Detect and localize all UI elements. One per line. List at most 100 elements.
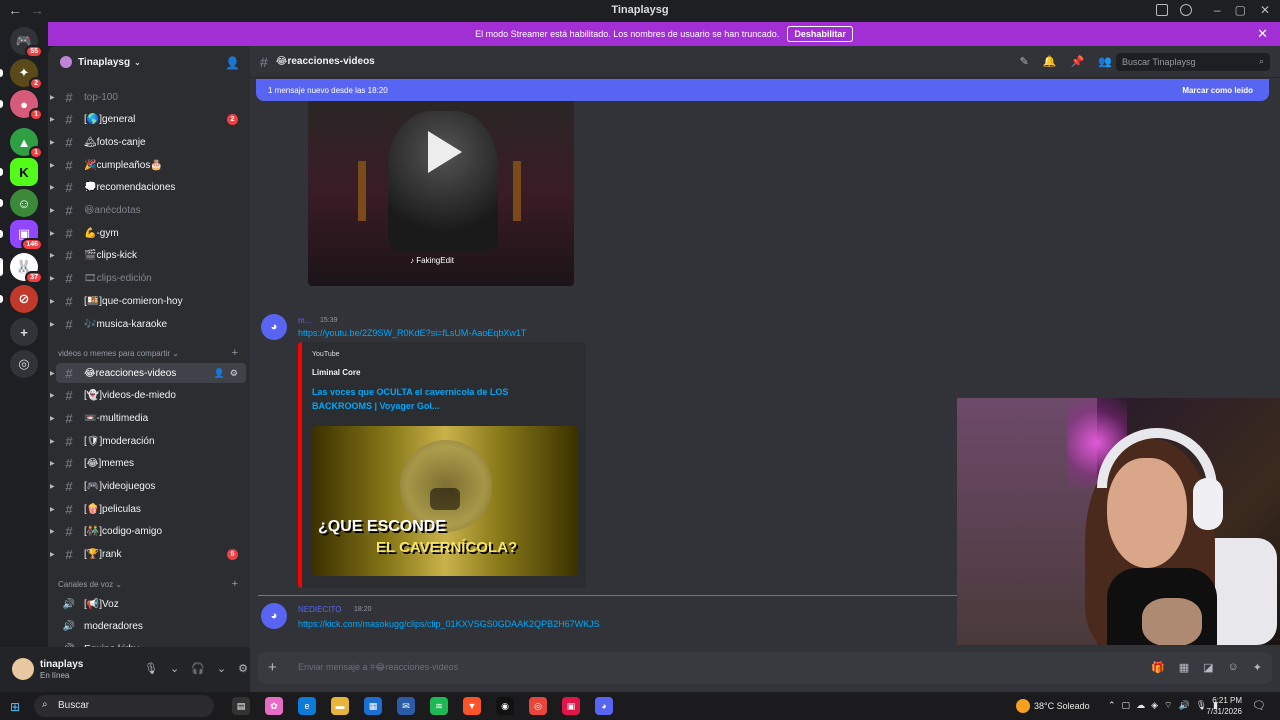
add-channel-icon[interactable]: + [232, 578, 238, 590]
store-icon[interactable]: ▦ [364, 697, 382, 715]
guild-header[interactable]: Tinaplaysg ⌄ 👤 [48, 46, 250, 78]
chevron-up-icon[interactable]: ⌃ [1108, 700, 1116, 711]
channel-item[interactable]: ▶ # 🎶musica-karaoke [50, 314, 246, 334]
emoji-icon[interactable]: ☺ [1228, 661, 1239, 674]
home-dm-button[interactable]: 🎮 55 [10, 27, 43, 58]
embed-thumbnail[interactable]: ¿QUE ESCONDE EL CAVERNÍCOLA? [312, 426, 578, 576]
pin-icon[interactable]: 📌 [1071, 55, 1085, 68]
gif-icon[interactable]: ▦ [1179, 661, 1189, 674]
taskbar-search[interactable]: ⌕ Buscar [34, 695, 214, 717]
channel-item[interactable]: ▶ # 🏔fotos-canje [50, 132, 246, 152]
chrome-icon[interactable]: ◎ [529, 697, 547, 715]
minimize-icon[interactable]: – [1214, 3, 1221, 17]
maximize-icon[interactable]: ▢ [1235, 3, 1246, 17]
members-icon[interactable]: 👥 [1098, 55, 1112, 68]
attach-plus-icon[interactable]: + [268, 659, 277, 676]
tray-app-icon[interactable]: ☁ [1136, 700, 1145, 711]
channel-item[interactable]: ▶ # 😆anécdotas [50, 201, 246, 221]
disable-streamer-button[interactable]: Deshabilitar [787, 26, 853, 42]
search-input[interactable]: Buscar Tinaplaysg ⌕ [1116, 53, 1270, 71]
add-server-icon[interactable]: + [10, 318, 38, 346]
avatar[interactable] [12, 658, 34, 680]
server-icon[interactable]: ✦ 2 [0, 59, 43, 90]
voice-channel-item[interactable]: 🔊 [📢]Voz [56, 594, 246, 614]
app-icon[interactable]: ▣ [562, 697, 580, 715]
help-icon[interactable] [1180, 4, 1192, 16]
channel-item[interactable]: ▶ # top-100 [50, 87, 246, 107]
weather-widget[interactable]: 38°C Soleado [1016, 699, 1090, 713]
add-member-icon[interactable]: 👤 [225, 56, 240, 70]
category-voice[interactable]: Canales de voz ⌄ + [58, 578, 238, 590]
channel-item[interactable]: ▶ # 🎬clips-kick [50, 246, 246, 266]
discord-avatar-icon[interactable]: ◕ [261, 314, 287, 340]
gear-icon[interactable]: ⚙ [230, 368, 238, 379]
close-icon[interactable]: ✕ [1257, 26, 1268, 42]
voice-channel-item[interactable]: 🔊 moderadores [56, 617, 246, 637]
server-icon[interactable]: ● 1 [0, 90, 43, 121]
chevron-down-icon[interactable]: ⌄ [217, 662, 226, 675]
play-icon[interactable] [428, 131, 462, 173]
notification-icon[interactable]: 🗨 [1252, 699, 1266, 712]
task-view-icon[interactable]: ▤ [232, 697, 250, 715]
server-icon[interactable]: ▲ 1 [10, 128, 43, 159]
channel-item[interactable]: ▶ # 💭recomendaciones [50, 178, 246, 198]
bell-icon[interactable]: 🔔 [1043, 55, 1057, 68]
channel-item[interactable]: ▶ # [🏆]rank 5 [50, 545, 246, 565]
discord-avatar-icon[interactable]: ◕ [261, 603, 287, 629]
explore-compass-icon[interactable]: ◎ [10, 350, 38, 378]
channel-item[interactable]: ▶ # [🛡]moderación [50, 431, 246, 451]
server-icon[interactable]: ⊘ [0, 285, 38, 313]
taskbar-clock[interactable]: 6:21 PM 7/31/2026 [1204, 695, 1242, 717]
embed-title[interactable]: Las voces que OCULTA el cavernícola de L… [312, 385, 552, 413]
channel-item[interactable]: ▶ # [👫]codigo-amigo [50, 522, 246, 542]
channel-item[interactable]: ▶ # 📼-multimedia [50, 408, 246, 428]
tray-app-icon[interactable]: ◈ [1151, 700, 1158, 711]
channel-item[interactable]: ▶ # 😂reacciones-videos 👤 ⚙ [50, 363, 246, 383]
app-icon[interactable]: ✉ [397, 697, 415, 715]
chevron-down-icon[interactable]: ⌄ [170, 662, 179, 675]
invite-icon[interactable]: 👤 [214, 368, 225, 379]
server-icon[interactable]: 🐰 37 [0, 253, 43, 284]
copilot-icon[interactable]: ✿ [265, 697, 283, 715]
wifi-icon[interactable]: ⌔ [1164, 700, 1172, 711]
message-link[interactable]: https://youtu.be/2Z9SW_R0KdE?si=fLsUM-Aa… [298, 328, 526, 338]
close-window-icon[interactable]: ✕ [1260, 3, 1270, 17]
microphone-icon[interactable]: 🎙 [144, 662, 158, 675]
channel-item[interactable]: ▶ # 💪-gym [50, 223, 246, 243]
sticker-icon[interactable]: ◪ [1203, 661, 1213, 674]
channel-item[interactable]: ▶ # [🍿]peliculas [50, 499, 246, 519]
discord-icon[interactable]: ◕ [595, 697, 613, 715]
message-author[interactable]: NEDIECITO [298, 605, 341, 614]
play-icon[interactable] [430, 488, 460, 510]
kick-server-icon[interactable]: K [0, 158, 38, 186]
channel-item[interactable]: ▶ # [🌎]general 2 [50, 110, 246, 130]
channel-item[interactable]: ▶ # [😂]memes [50, 454, 246, 474]
channel-item[interactable]: ▶ # 🎉cumpleaños🎂 [50, 155, 246, 175]
voice-channel-item[interactable]: 🔊Equipo kirby [56, 639, 246, 647]
threads-icon[interactable]: ✎ [1020, 55, 1029, 68]
file-explorer-icon[interactable]: ▬ [331, 697, 349, 715]
brave-icon[interactable]: ▼ [463, 697, 481, 715]
tray-app-icon[interactable]: ▢ [1122, 700, 1131, 711]
message-author[interactable]: m... [298, 316, 311, 325]
speaker-icon[interactable]: 🔊 [1178, 700, 1189, 711]
server-icon[interactable]: ☺ [0, 189, 38, 217]
channel-item[interactable]: ▶ # [🎮]videojuegos [50, 477, 246, 497]
apps-icon[interactable]: ✦ [1253, 661, 1262, 674]
spotify-icon[interactable]: ≋ [430, 697, 448, 715]
inbox-icon[interactable] [1156, 4, 1168, 16]
windows-start-icon[interactable]: ⊞ [10, 700, 20, 714]
obs-icon[interactable]: ◉ [496, 697, 514, 715]
headphones-icon[interactable]: 🎧 [191, 662, 205, 675]
channel-item[interactable]: ▶ # [👻]videos-de-miedo [50, 386, 246, 406]
message-link[interactable]: https://kick.com/masokugg/clips/clip_01K… [298, 619, 600, 629]
add-channel-icon[interactable]: + [232, 347, 238, 359]
embed-channel[interactable]: Liminal Core [312, 368, 360, 377]
twitch-server-icon[interactable]: ▣ 146 [0, 220, 43, 251]
edge-icon[interactable]: e [298, 697, 316, 715]
category-videos[interactable]: videos o memes para compartir ⌄ + [58, 347, 238, 359]
gift-icon[interactable]: 🎁 [1151, 661, 1165, 674]
channel-item[interactable]: ▶ # [🍱]que-comieron-hoy [50, 291, 246, 311]
gear-icon[interactable]: ⚙ [238, 662, 248, 675]
message-composer[interactable]: + Enviar mensaje a #😂reacciones-videos 🎁… [258, 652, 1272, 684]
